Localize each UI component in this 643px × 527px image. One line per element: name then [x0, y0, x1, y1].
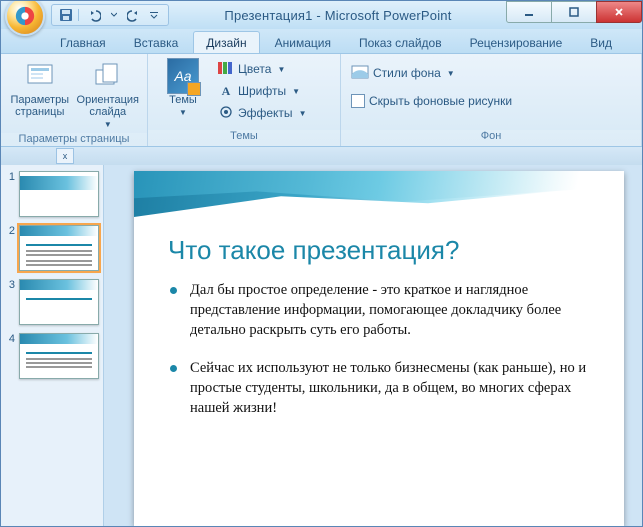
chevron-down-icon: ▼	[104, 120, 112, 129]
save-icon[interactable]	[58, 7, 74, 23]
page-setup-label: Параметры страницы	[9, 94, 71, 118]
hide-bg-label: Скрыть фоновые рисунки	[369, 94, 512, 108]
thumb-number: 1	[5, 171, 15, 183]
minimize-button[interactable]	[506, 1, 552, 23]
colors-button[interactable]: Цвета ▼	[214, 58, 310, 80]
app-window: Презентация1 - Microsoft PowerPoint Глав…	[0, 0, 643, 527]
tab-home[interactable]: Главная	[47, 31, 119, 53]
ribbon: Параметры страницы Ориентация слайда ▼ П…	[1, 54, 642, 147]
fonts-icon: A	[218, 84, 234, 99]
chevron-down-icon: ▼	[292, 87, 300, 96]
chevron-down-icon: ▼	[277, 65, 285, 74]
ribbon-tabs: Главная Вставка Дизайн Анимация Показ сл…	[1, 29, 642, 54]
effects-icon	[218, 105, 234, 122]
hide-bg-checkbox[interactable]: Скрыть фоновые рисунки	[347, 90, 516, 112]
slide-thumbnail-3[interactable]	[19, 279, 99, 325]
tab-view[interactable]: Вид	[577, 31, 625, 53]
outline-close-button[interactable]: x	[56, 148, 74, 164]
tab-animations[interactable]: Анимация	[262, 31, 344, 53]
orientation-icon	[92, 60, 124, 92]
group-label-themes: Темы	[148, 130, 340, 146]
themes-gallery-button[interactable]: Aa Темы ▼	[154, 58, 212, 117]
orientation-button[interactable]: Ориентация слайда ▼	[75, 58, 141, 129]
colors-icon	[218, 61, 234, 78]
group-background: Стили фона ▼ Скрыть фоновые рисунки Фон	[341, 54, 642, 146]
redo-icon[interactable]	[126, 7, 142, 23]
slide[interactable]: Что такое презентация? Дал бы простое оп…	[134, 171, 624, 526]
bg-styles-icon	[351, 65, 369, 82]
slide-bullet[interactable]: Сейчас их используют не только бизнесмен…	[186, 358, 594, 418]
checkbox-icon	[351, 94, 365, 108]
page-setup-icon	[24, 60, 56, 92]
effects-button[interactable]: Эффекты ▼	[214, 102, 310, 124]
tab-design[interactable]: Дизайн	[193, 31, 259, 53]
thumb-number: 3	[5, 279, 15, 291]
slide-title[interactable]: Что такое презентация?	[168, 235, 600, 266]
colors-label: Цвета	[238, 62, 271, 76]
chevron-down-icon: ▼	[447, 69, 455, 78]
group-label-background: Фон	[341, 130, 641, 146]
qat-customize-icon[interactable]	[146, 7, 162, 23]
title-bar: Презентация1 - Microsoft PowerPoint	[1, 1, 642, 29]
effects-label: Эффекты	[238, 106, 293, 120]
tab-insert[interactable]: Вставка	[121, 31, 192, 53]
chevron-down-icon: ▼	[179, 108, 187, 117]
fonts-label: Шрифты	[238, 84, 286, 98]
slide-thumbnail-4[interactable]	[19, 333, 99, 379]
chevron-down-icon[interactable]	[106, 7, 122, 23]
group-page-setup: Параметры страницы Ориентация слайда ▼ П…	[1, 54, 148, 146]
maximize-button[interactable]	[551, 1, 597, 23]
group-label-page-setup: Параметры страницы	[1, 133, 147, 146]
tab-slideshow[interactable]: Показ слайдов	[346, 31, 455, 53]
close-button[interactable]	[596, 1, 642, 23]
slide-body[interactable]: Дал бы простое определение - это краткое…	[168, 280, 600, 418]
fonts-button[interactable]: A Шрифты ▼	[214, 80, 310, 102]
slide-thumbnail-2[interactable]	[19, 225, 99, 271]
themes-thumb-icon: Aa	[167, 60, 199, 92]
slide-thumbnails-pane: 1 2 3 4	[1, 165, 104, 526]
slide-bullet[interactable]: Дал бы простое определение - это краткое…	[186, 280, 594, 340]
window-title: Презентация1 - Microsoft PowerPoint	[169, 8, 507, 23]
orientation-label: Ориентация слайда	[77, 94, 139, 118]
group-themes: Aa Темы ▼ Цвета ▼ A Шрифты ▼	[148, 54, 341, 146]
qat-separator	[78, 9, 82, 21]
thumb-number: 2	[5, 225, 15, 237]
workspace: 1 2 3 4	[1, 165, 642, 526]
page-setup-button[interactable]: Параметры страницы	[7, 58, 73, 118]
undo-icon[interactable]	[86, 7, 102, 23]
tab-review[interactable]: Рецензирование	[457, 31, 576, 53]
slide-thumbnail-1[interactable]	[19, 171, 99, 217]
bg-styles-button[interactable]: Стили фона ▼	[347, 62, 459, 84]
document-strip: x	[1, 147, 642, 165]
slide-canvas[interactable]: Что такое презентация? Дал бы простое оп…	[104, 165, 642, 526]
window-controls	[507, 1, 642, 23]
bg-styles-label: Стили фона	[373, 66, 441, 80]
chevron-down-icon: ▼	[299, 109, 307, 118]
quick-access-toolbar	[51, 4, 169, 26]
thumb-number: 4	[5, 333, 15, 345]
